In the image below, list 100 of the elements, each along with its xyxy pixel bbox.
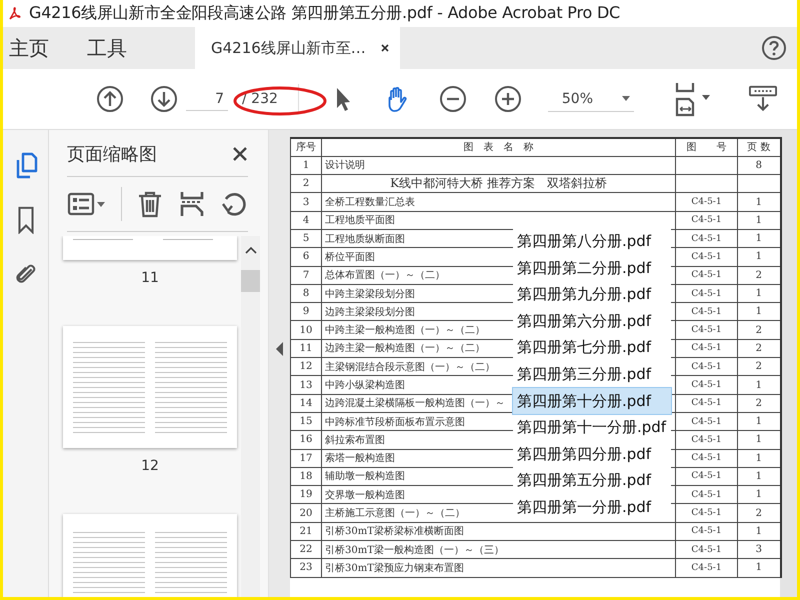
table-cell [676,174,738,193]
help-icon[interactable] [761,35,787,61]
table-cell: 23 [290,558,322,578]
document-tab[interactable]: G4216线屏山新市至… [195,27,400,69]
table-cell: 1 [738,211,780,230]
table-cell: 2 [738,504,780,522]
table-cell: C4-5-1 [676,266,738,284]
column-header: 页 数 [738,138,780,156]
table-cell: 3 [738,540,780,559]
table-cell: C4-5-1 [676,430,738,450]
table-cell: 8 [738,156,780,175]
table-cell: 1 [738,486,780,504]
nav-tab[interactable]: 工具 [81,27,133,69]
table-cell: 1 [290,156,322,175]
table-cell: 1 [738,412,780,431]
next-page-icon[interactable] [150,85,178,113]
table-cell: C4-5-1 [676,504,738,522]
table-cell: 18 [290,467,322,486]
table-cell: 10 [290,320,322,340]
rotate-icon[interactable] [220,190,248,218]
table-cell: 20 [290,504,322,522]
table-cell: 22 [290,540,322,559]
table-cell: 5 [290,229,322,248]
table-cell: 14 [290,394,322,412]
table-cell: C4-5-1 [676,229,738,248]
table-cell: C4-5-1 [676,192,738,212]
table-cell: 1 [738,229,780,248]
page-insert-icon[interactable] [178,190,206,218]
column-header: 序号 [290,138,322,156]
zoom-out-icon[interactable] [438,85,467,113]
table-cell: C4-5-1 [676,339,738,358]
zoom-in-icon[interactable] [494,85,522,113]
table-cell: C4-5-1 [676,558,738,578]
table-cell: 3 [290,192,322,212]
table-cell: 引桥30mT梁桥梁标准横断面图 [322,522,676,541]
table-cell: 2 [738,358,780,376]
previous-page-icon[interactable] [96,85,124,113]
table-cell: 1 [738,449,780,468]
table-cell: 2 [290,174,322,193]
collapse-icon[interactable] [276,342,284,356]
file-item[interactable]: 第四册第十分册.pdf [513,388,671,414]
table-cell: 1 [738,467,780,486]
table-cell: C4-5-1 [676,358,738,376]
page-thumbnail[interactable] [63,326,237,448]
table-cell: C4-5-1 [676,320,738,340]
table-cell: 13 [290,376,322,394]
table-cell: 4 [290,211,322,230]
section-heading: K线中都河特大桥 推荐方案 双塔斜拉桥 [322,174,676,193]
table-cell: C4-5-1 [676,394,738,412]
table-cell: 1 [738,376,780,394]
page-number-field[interactable]: 7 [186,88,228,110]
column-header: 图 号 [676,138,738,156]
page-thumbnail[interactable] [63,236,237,260]
window-title: G4216线屏山新市全金阳段高速公路 第四册第五分册.pdf - Adobe Acrobat Pro DC [29,3,620,24]
table-cell: 1 [738,192,780,212]
caret-icon [622,96,630,101]
trash-icon[interactable] [136,190,164,218]
table-cell: 12 [290,358,322,376]
table-cell: 1 [738,558,780,578]
table-cell: C4-5-1 [676,540,738,559]
table-cell: 引桥30mT梁一般构造图（一）～（三） [322,540,676,559]
table-cell: C4-5-1 [676,211,738,230]
scrollbar-thumb[interactable] [241,270,260,292]
table-cell: 1 [738,248,780,266]
page-label: 11 [141,270,159,286]
tab-label: G4216线屏山新市至… [211,38,366,58]
table-cell: 设计说明 [322,156,676,175]
page-thumbnail[interactable] [63,514,237,597]
table-cell: 19 [290,486,322,504]
table-cell [676,156,738,175]
table-cell: 6 [290,248,322,266]
table-cell: 21 [290,522,322,541]
table-cell: 全桥工程数量汇总表 [322,192,676,212]
acrobat-icon [7,6,23,22]
zoom-dropdown[interactable]: 50% [548,86,634,112]
table-cell: 16 [290,430,322,450]
table-cell: 引桥30mT梁预应力钢束布置图 [322,558,676,578]
table-cell: 1 [738,430,780,450]
options-icon[interactable] [67,190,107,218]
column-header: 图 表 名 称 [322,138,676,156]
close-icon[interactable] [232,146,248,162]
table-cell: 11 [290,339,322,358]
table-cell: 9 [290,302,322,321]
scroll-up-icon[interactable] [244,246,256,254]
table-cell: C4-5-1 [676,467,738,486]
table-cell: C4-5-1 [676,376,738,394]
table-cell: 2 [738,394,780,412]
page-label: 12 [141,458,159,474]
table-cell: 8 [290,284,322,303]
table-cell: C4-5-1 [676,284,738,303]
table-cell: 7 [290,266,322,284]
nav-tab[interactable]: 主页 [3,27,55,69]
close-icon[interactable] [380,43,390,53]
table-cell: C4-5-1 [676,486,738,504]
table-cell: C4-5-1 [676,302,738,321]
table-cell: 15 [290,412,322,431]
table-cell: C4-5-1 [676,248,738,266]
table-cell: 2 [738,320,780,340]
panel-title: 页面缩略图 [67,143,157,166]
table-cell: C4-5-1 [676,412,738,431]
